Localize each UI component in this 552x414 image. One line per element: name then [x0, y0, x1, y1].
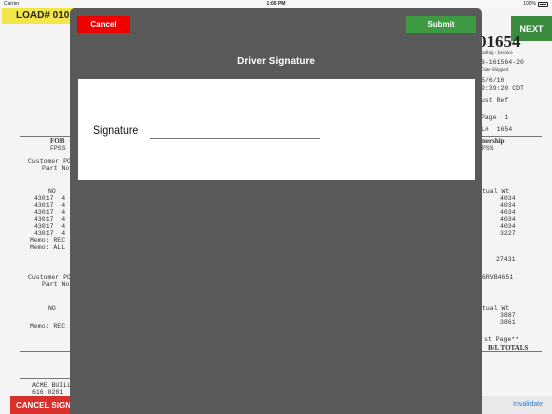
doc-line: Memo: REC: [30, 237, 66, 244]
doc-line: ACME BUILL: [32, 382, 72, 389]
doc-line: tual Wt: [482, 188, 510, 195]
doc-line: 43017 4: [34, 230, 66, 237]
signature-label: Signature: [93, 123, 139, 137]
doc-line: Memo: REC: [30, 323, 66, 330]
status-time: 1:00 PM: [266, 1, 286, 7]
doc-line: 3861: [500, 319, 516, 326]
driver-signature-modal: Cancel Submit Driver Signature Signature: [70, 8, 482, 414]
doc-rule: [482, 351, 542, 352]
signature-pad[interactable]: Signature: [78, 79, 475, 180]
doc-line: 27431: [496, 256, 516, 263]
doc-line: Customer PO: [28, 274, 71, 281]
doc-line: 4034: [500, 216, 516, 223]
doc-line: 43017 4: [34, 195, 66, 202]
doc-line: 4034: [500, 223, 516, 230]
doc-line: Date Shipped: [481, 68, 509, 73]
doc-line: 9:39:20 CDT: [481, 85, 524, 92]
doc-line: 4034: [500, 195, 516, 202]
doc-line: FPSS: [50, 145, 66, 152]
doc-line: 6-161564-20: [481, 59, 524, 66]
document-number: 01654: [478, 32, 521, 51]
doc-line: lading - Invoice: [481, 51, 513, 56]
cancel-button[interactable]: Cancel: [77, 16, 130, 33]
doc-line: L# 1654: [481, 126, 513, 133]
doc-line: 3227: [500, 230, 516, 237]
modal-title: Driver Signature: [237, 56, 315, 67]
doc-line: 6RVB4651: [482, 274, 514, 281]
signature-line: [150, 138, 320, 139]
invalidate-link[interactable]: Invalidate: [478, 396, 552, 414]
battery-percent: 100%: [523, 1, 536, 7]
doc-line: 43017 4: [34, 202, 66, 209]
doc-line: st Page**: [484, 336, 520, 343]
doc-line: tual Wt: [482, 305, 510, 312]
doc-line: 5/6/16: [481, 77, 505, 84]
doc-line: ust Ref: [481, 97, 509, 104]
doc-line: Part No: [42, 165, 70, 172]
doc-line: 4034: [500, 209, 516, 216]
battery-icon: [538, 1, 548, 7]
doc-line: Memo: ALL: [30, 244, 66, 251]
doc-line: 43017 4: [34, 209, 66, 216]
status-bar: Carrier 1:00 PM 100%: [0, 0, 552, 8]
doc-line: NO: [48, 305, 56, 312]
cancel-signature-button[interactable]: CANCEL SIGN: [10, 396, 70, 414]
doc-line: NO: [48, 188, 56, 195]
doc-line: 43017 4: [34, 216, 66, 223]
doc-line: FOB: [50, 137, 65, 145]
doc-line: Page 1: [481, 114, 509, 121]
doc-rule: [20, 378, 70, 379]
doc-line: nership: [482, 137, 505, 145]
doc-line: 43017 4: [34, 223, 66, 230]
doc-line: Customer PO: [28, 158, 71, 165]
doc-line: PSS: [482, 145, 494, 152]
doc-line: 4034: [500, 202, 516, 209]
doc-line: 616 0281: [32, 389, 64, 396]
doc-rule: [20, 351, 70, 352]
submit-button[interactable]: Submit: [406, 16, 476, 33]
doc-line: Part No: [42, 281, 70, 288]
doc-line: 3887: [500, 312, 516, 319]
battery-status: 100%: [523, 1, 548, 7]
